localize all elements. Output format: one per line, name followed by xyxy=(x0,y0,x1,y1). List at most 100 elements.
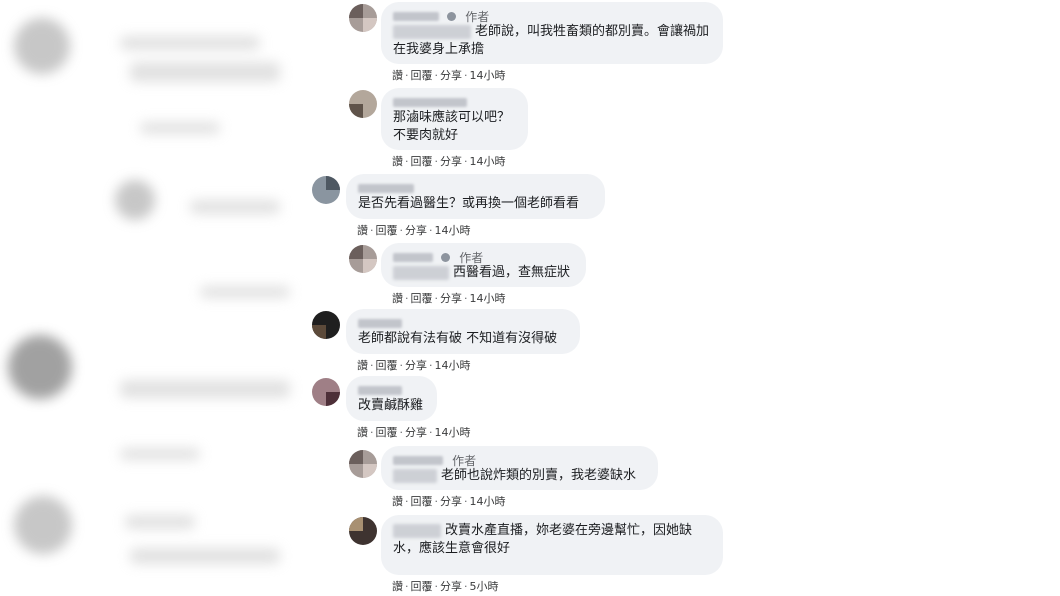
author-badge-icon xyxy=(447,12,457,21)
comment-actions: 讚 · 回覆 · 分享 · 14小時 xyxy=(357,424,471,440)
share-link[interactable]: 分享 xyxy=(440,292,462,305)
separator: · xyxy=(370,224,374,237)
separator: · xyxy=(370,426,374,439)
comment-actions: 讚 · 回覆 · 分享 · 14小時 xyxy=(357,357,471,373)
timestamp[interactable]: 14小時 xyxy=(435,224,471,237)
timestamp[interactable]: 14小時 xyxy=(470,69,506,82)
like-link[interactable]: 讚 xyxy=(392,69,403,82)
separator: · xyxy=(464,292,468,305)
comment-bubble: 作者 老師也說炸類的別賣，我老婆缺水 xyxy=(381,446,658,490)
comment-bubble: 老師都說有法有破 不知道有沒得破 xyxy=(346,309,580,354)
reply-link[interactable]: 回覆 xyxy=(411,292,433,305)
comment-bubble: 改賣水產直播，妳老婆在旁邊幫忙，因她缺水，應該生意會很好 xyxy=(381,515,723,575)
avatar[interactable] xyxy=(312,311,340,339)
comment-actions: 讚 · 回覆 · 分享 · 14小時 xyxy=(392,290,506,306)
separator: · xyxy=(405,69,409,82)
separator: · xyxy=(434,69,439,82)
comment-actions: 讚 · 回覆 · 分享 · 14小時 xyxy=(392,493,506,509)
like-link[interactable]: 讚 xyxy=(392,580,403,593)
share-link[interactable]: 分享 xyxy=(440,155,462,168)
commenter-name-blurred[interactable] xyxy=(358,319,402,328)
avatar[interactable] xyxy=(349,90,377,118)
comment-text: 老師也說炸類的別賣，我老婆缺水 xyxy=(441,468,637,483)
reply-link[interactable]: 回覆 xyxy=(376,359,398,372)
reply-link[interactable]: 回覆 xyxy=(411,495,433,508)
like-link[interactable]: 讚 xyxy=(392,155,403,168)
author-tag: 作者 xyxy=(459,250,484,265)
separator: · xyxy=(405,580,409,593)
commenter-name-blurred[interactable] xyxy=(358,386,402,395)
separator: · xyxy=(399,359,404,372)
separator: · xyxy=(429,359,433,372)
author-tag: 作者 xyxy=(465,9,490,24)
avatar[interactable] xyxy=(312,176,340,204)
avatar[interactable] xyxy=(349,245,377,273)
share-link[interactable]: 分享 xyxy=(440,580,462,593)
commenter-name-blurred[interactable] xyxy=(393,253,433,262)
separator: · xyxy=(464,155,468,168)
like-link[interactable]: 讚 xyxy=(392,495,403,508)
timestamp[interactable]: 5小時 xyxy=(470,580,499,593)
share-link[interactable]: 分享 xyxy=(405,359,427,372)
timestamp[interactable]: 14小時 xyxy=(435,426,471,439)
commenter-name-blurred[interactable] xyxy=(358,184,414,193)
comment-thread: 作者 老師說，叫我牲畜類的都別賣。會讓禍加在我婆身上承擔 讚 · 回覆 · 分享 · 14小… xyxy=(0,0,1060,596)
redacted-mention xyxy=(393,468,437,483)
comment-actions: 讚 · 回覆 · 分享 · 5小時 xyxy=(392,578,499,594)
comment-bubble: 是否先看過醫生？或再換一個老師看看 xyxy=(346,174,605,219)
comment-bubble: 改賣鹹酥雞 xyxy=(346,376,437,421)
share-link[interactable]: 分享 xyxy=(405,426,427,439)
avatar[interactable] xyxy=(349,4,377,32)
reply-link[interactable]: 回覆 xyxy=(376,426,398,439)
redacted-mention xyxy=(393,523,441,538)
comment-text: 改賣鹹酥雞 xyxy=(358,398,424,413)
separator: · xyxy=(464,580,468,593)
separator: · xyxy=(405,155,409,168)
separator: · xyxy=(405,495,409,508)
separator: · xyxy=(399,224,404,237)
separator: · xyxy=(434,580,439,593)
comment-actions: 讚 · 回覆 · 分享 · 14小時 xyxy=(357,222,471,238)
commenter-name-blurred[interactable] xyxy=(393,12,439,21)
like-link[interactable]: 讚 xyxy=(392,292,403,305)
like-link[interactable]: 讚 xyxy=(357,426,368,439)
comment-bubble: 作者 西醫看過，查無症狀 xyxy=(381,243,586,287)
comment-actions: 讚 · 回覆 · 分享 · 14小時 xyxy=(392,67,506,83)
separator: · xyxy=(434,495,439,508)
separator: · xyxy=(464,69,468,82)
timestamp[interactable]: 14小時 xyxy=(470,495,506,508)
author-badge-icon xyxy=(441,253,451,262)
timestamp[interactable]: 14小時 xyxy=(435,359,471,372)
share-link[interactable]: 分享 xyxy=(405,224,427,237)
comment-text: 那滷味應該可以吧？不要肉就好 xyxy=(393,110,511,143)
timestamp[interactable]: 14小時 xyxy=(470,292,506,305)
share-link[interactable]: 分享 xyxy=(440,69,462,82)
like-link[interactable]: 讚 xyxy=(357,359,368,372)
comment-actions: 讚 · 回覆 · 分享 · 14小時 xyxy=(392,153,506,169)
separator: · xyxy=(429,426,433,439)
like-link[interactable]: 讚 xyxy=(357,224,368,237)
separator: · xyxy=(429,224,433,237)
commenter-name-blurred[interactable] xyxy=(393,456,443,465)
reply-link[interactable]: 回覆 xyxy=(376,224,398,237)
comment-bubble: 作者 老師說，叫我牲畜類的都別賣。會讓禍加在我婆身上承擔 xyxy=(381,2,723,64)
comment-bubble: 那滷味應該可以吧？不要肉就好 xyxy=(381,88,528,150)
separator: · xyxy=(399,426,404,439)
redacted-mention xyxy=(393,24,471,39)
commenter-name-blurred[interactable] xyxy=(393,98,467,107)
avatar[interactable] xyxy=(349,517,377,545)
separator: · xyxy=(434,292,439,305)
share-link[interactable]: 分享 xyxy=(440,495,462,508)
reply-link[interactable]: 回覆 xyxy=(411,155,433,168)
avatar[interactable] xyxy=(312,378,340,406)
reply-link[interactable]: 回覆 xyxy=(411,69,433,82)
redacted-mention xyxy=(393,265,449,280)
timestamp[interactable]: 14小時 xyxy=(470,155,506,168)
avatar[interactable] xyxy=(349,450,377,478)
author-tag: 作者 xyxy=(452,453,477,468)
separator: · xyxy=(370,359,374,372)
comment-text: 西醫看過，查無症狀 xyxy=(453,265,571,280)
separator: · xyxy=(405,292,409,305)
comment-text: 是否先看過醫生？或再換一個老師看看 xyxy=(358,196,580,211)
reply-link[interactable]: 回覆 xyxy=(411,580,433,593)
